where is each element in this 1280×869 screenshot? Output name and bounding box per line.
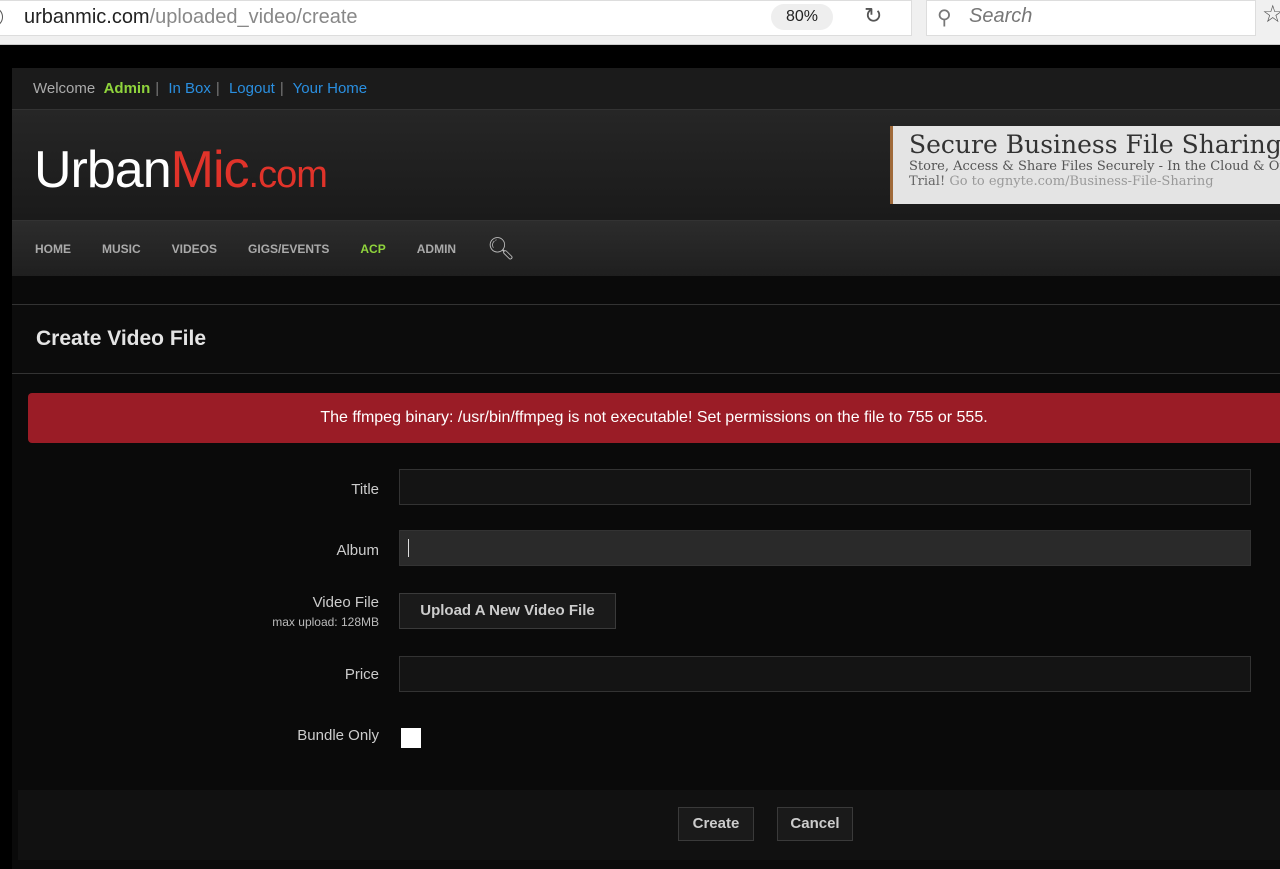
inbox-link[interactable]: In Box	[168, 80, 211, 97]
user-bar: Welcome Admin | In Box | Logout | Your Home	[12, 68, 1280, 110]
price-input[interactable]	[399, 656, 1251, 692]
nav-home[interactable]: HOME	[35, 242, 71, 256]
browser-search-input[interactable]: ⚲ Search	[926, 0, 1256, 36]
title-input[interactable]	[399, 469, 1251, 505]
ad-trial: Trial!	[909, 174, 946, 189]
url-path: /uploaded_video/create	[149, 6, 358, 28]
page-title: Create Video File	[12, 304, 1280, 374]
page: Welcome Admin | In Box | Logout | Your Home…	[12, 68, 1280, 869]
nav-music[interactable]: MUSIC	[102, 242, 141, 256]
bundle-only-checkbox[interactable]	[401, 728, 421, 748]
nav-acp[interactable]: ACP	[360, 242, 385, 256]
text-caret	[408, 539, 409, 557]
ad-link: Go to egnyte.com/Business-File-Sharing	[949, 174, 1214, 189]
price-label: Price	[344, 666, 379, 683]
upload-video-button[interactable]: Upload A New Video File	[399, 593, 616, 629]
url-domain: urbanmic.com	[24, 6, 150, 28]
info-icon[interactable]: i	[0, 7, 3, 27]
max-upload-note: max upload: 128MB	[272, 615, 379, 629]
title-label: Title	[351, 481, 379, 498]
site-header: UrbanMic.com Secure Business File Sharin…	[12, 110, 1280, 220]
search-icon[interactable]: 🔍︎	[487, 236, 515, 262]
site-logo[interactable]: UrbanMic.com	[34, 140, 328, 200]
browser-toolbar: i urbanmic.com/uploaded_video/create 80%…	[0, 0, 1280, 45]
cancel-button[interactable]: Cancel	[777, 807, 853, 841]
ad-desc: Store, Access & Share Files Securely - I…	[909, 159, 1280, 174]
logout-link[interactable]: Logout	[229, 80, 275, 97]
search-placeholder: Search	[969, 5, 1033, 27]
create-button[interactable]: Create	[678, 807, 754, 841]
bookmark-star-icon[interactable]: ☆	[1262, 0, 1280, 29]
bundle-only-label: Bundle Only	[297, 727, 379, 744]
album-label: Album	[336, 542, 379, 559]
url-text[interactable]: urbanmic.com/uploaded_video/create	[24, 6, 358, 29]
nav-gigs-events[interactable]: GIGS/EVENTS	[248, 242, 329, 256]
nav-videos[interactable]: VIDEOS	[172, 242, 217, 256]
ad-title: Secure Business File Sharing	[909, 130, 1280, 159]
ad-banner[interactable]: Secure Business File Sharing Store, Acce…	[890, 126, 1280, 204]
form-actions: Create Cancel	[18, 790, 1280, 860]
video-file-label: Video File	[312, 594, 379, 611]
zoom-level[interactable]: 80%	[771, 4, 833, 30]
nav-admin[interactable]: ADMIN	[417, 242, 456, 256]
welcome-text: Welcome	[33, 80, 96, 97]
album-input[interactable]	[399, 530, 1251, 566]
reload-icon[interactable]: ↻	[864, 3, 882, 29]
username[interactable]: Admin	[104, 80, 151, 97]
error-alert: The ffmpeg binary: /usr/bin/ffmpeg is no…	[28, 393, 1280, 443]
main-nav: HOME MUSIC VIDEOS GIGS/EVENTS ACP ADMIN …	[12, 220, 1280, 276]
address-bar[interactable]: i urbanmic.com/uploaded_video/create 80%…	[0, 0, 912, 36]
search-icon: ⚲	[937, 7, 952, 29]
your-home-link[interactable]: Your Home	[293, 80, 368, 97]
